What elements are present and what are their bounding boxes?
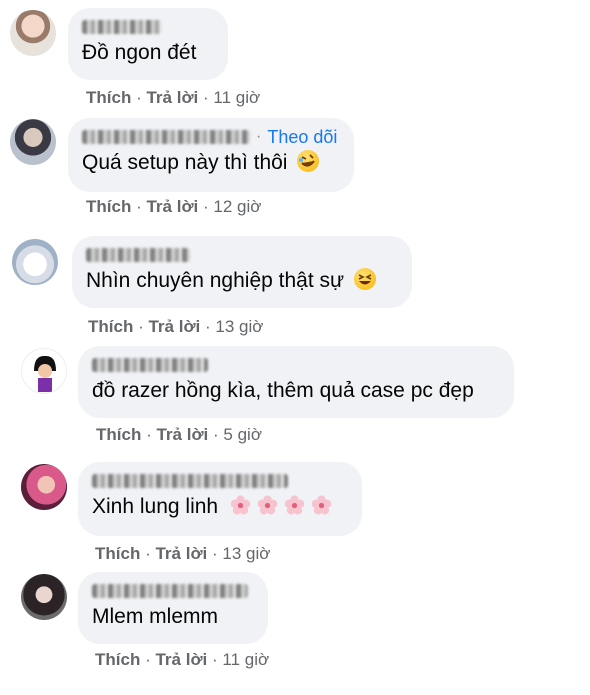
- comment-actions: Thích · Trả lời · 5 giờ: [96, 425, 262, 445]
- avatar[interactable]: [12, 239, 58, 285]
- comment-time[interactable]: 5 giờ: [223, 425, 262, 444]
- dot-separator: ·: [212, 544, 218, 563]
- comment-time[interactable]: 12 giờ: [213, 197, 261, 216]
- like-link[interactable]: Thích: [96, 425, 141, 444]
- comment-actions: Thích · Trả lời · 11 giờ: [95, 650, 269, 670]
- comment-bubble: Nhìn chuyên nghiệp thật sự: [72, 236, 412, 308]
- dot-separator: ·: [203, 197, 209, 216]
- avatar[interactable]: [21, 574, 67, 620]
- dot-separator: ·: [145, 650, 151, 669]
- comment-text: Quá setup này thì thôi: [82, 151, 288, 174]
- blurred-author-name[interactable]: [92, 474, 288, 488]
- comment-bubble: Xinh lung linh: [78, 462, 362, 536]
- avatar[interactable]: [21, 348, 67, 394]
- comment-bubble: Mlem mlemm: [78, 572, 268, 644]
- avatar[interactable]: [21, 464, 67, 510]
- dot-separator: ·: [205, 317, 211, 336]
- blurred-author-name[interactable]: [82, 130, 250, 144]
- cherry-blossom-emoji: [224, 495, 332, 518]
- comment-actions: Thích · Trả lời · 12 giờ: [86, 197, 261, 217]
- dot-separator: ·: [136, 197, 142, 216]
- like-link[interactable]: Thích: [88, 317, 133, 336]
- like-link[interactable]: Thích: [86, 88, 131, 107]
- grinning-squinting-emoji: [353, 268, 376, 290]
- dot-separator: ·: [256, 128, 262, 145]
- blurred-author-name[interactable]: [92, 358, 208, 372]
- reply-link[interactable]: Trả lời: [156, 425, 208, 444]
- comment-bubble: · Theo dõi Quá setup này thì thôi: [68, 118, 354, 192]
- comment-time[interactable]: 11 giờ: [222, 650, 269, 669]
- reply-link[interactable]: Trả lời: [148, 317, 200, 336]
- dot-separator: ·: [136, 88, 142, 107]
- dot-separator: ·: [138, 317, 144, 336]
- comment-actions: Thích · Trả lời · 11 giờ: [86, 88, 260, 108]
- like-link[interactable]: Thích: [86, 197, 131, 216]
- comment-text: Nhìn chuyên nghiệp thật sự: [86, 269, 345, 292]
- dot-separator: ·: [146, 425, 152, 444]
- reply-link[interactable]: Trả lời: [155, 544, 207, 563]
- comment-text: đồ razer hồng kìa, thêm quả case pc đẹp: [92, 379, 474, 402]
- comment-text: Đồ ngon đét: [82, 41, 197, 64]
- dot-separator: ·: [212, 650, 218, 669]
- dot-separator: ·: [145, 544, 151, 563]
- blurred-author-name[interactable]: [86, 248, 190, 262]
- comment-bubble: đồ razer hồng kìa, thêm quả case pc đẹp: [78, 346, 514, 418]
- follow-link[interactable]: Theo dõi: [267, 127, 337, 148]
- comment-time[interactable]: 13 giờ: [215, 317, 263, 336]
- comment-actions: Thích · Trả lời · 13 giờ: [95, 544, 270, 564]
- comment-time[interactable]: 11 giờ: [213, 88, 260, 107]
- dot-separator: ·: [203, 88, 209, 107]
- reply-link[interactable]: Trả lời: [155, 650, 207, 669]
- like-link[interactable]: Thích: [95, 544, 140, 563]
- blurred-author-name[interactable]: [92, 584, 248, 598]
- reply-link[interactable]: Trả lời: [146, 88, 198, 107]
- avatar[interactable]: [10, 10, 56, 56]
- comment-bubble: Đồ ngon đét: [68, 8, 228, 80]
- comment-actions: Thích · Trả lời · 13 giờ: [88, 317, 263, 337]
- comment-text: Mlem mlemm: [92, 605, 218, 628]
- reply-link[interactable]: Trả lời: [146, 197, 198, 216]
- comment-text: Xinh lung linh: [92, 495, 219, 518]
- avatar[interactable]: [10, 119, 56, 165]
- blurred-author-name[interactable]: [82, 20, 162, 34]
- dot-separator: ·: [213, 425, 219, 444]
- like-link[interactable]: Thích: [95, 650, 140, 669]
- rolling-laughing-emoji: [297, 150, 320, 172]
- comment-time[interactable]: 13 giờ: [222, 544, 270, 563]
